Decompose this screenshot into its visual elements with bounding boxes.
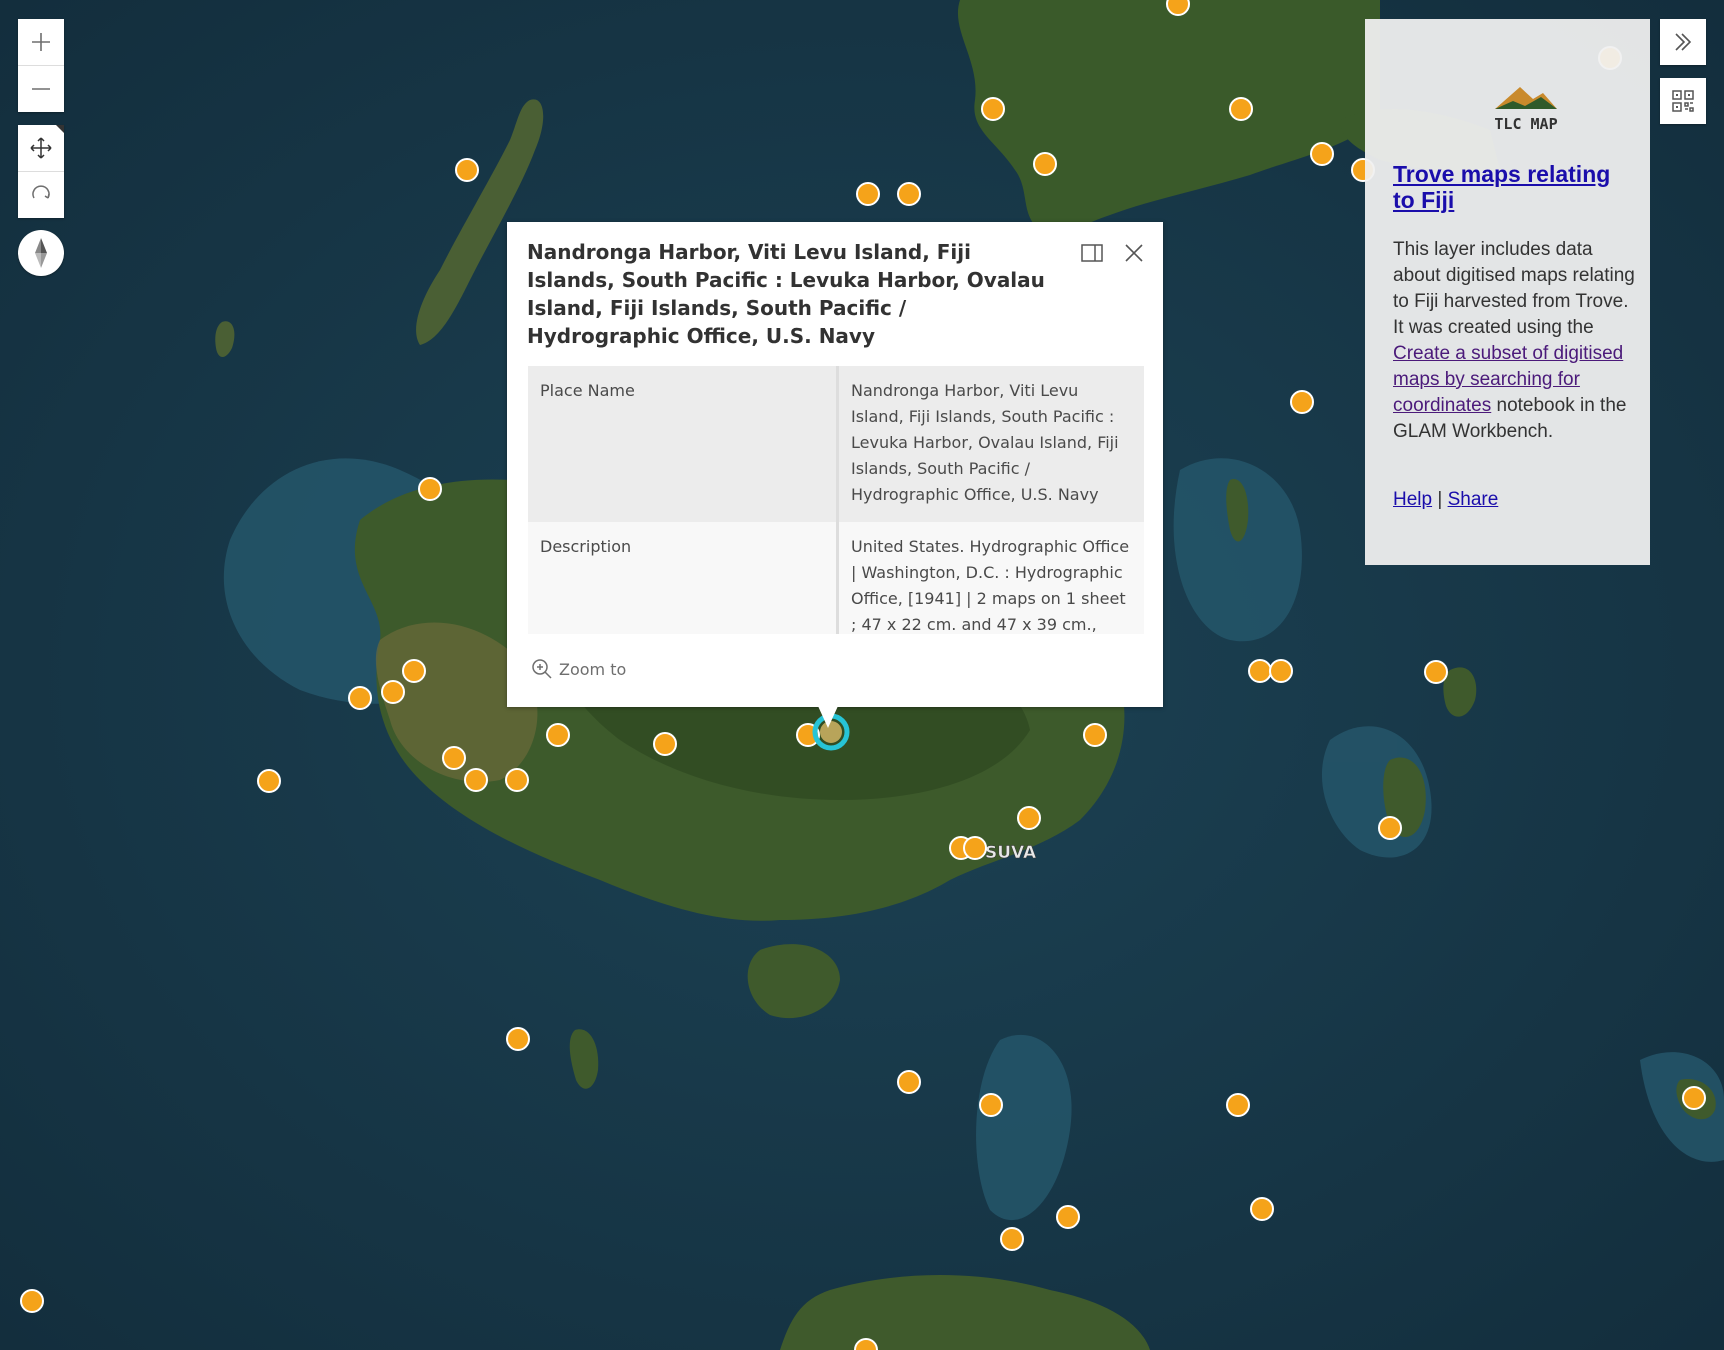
table-row: Description United States. Hydrographic … [528, 522, 1144, 634]
info-links: Help | Share [1393, 489, 1498, 511]
map-marker[interactable] [1229, 97, 1253, 121]
dock-icon [1081, 244, 1103, 262]
map-marker[interactable] [653, 732, 677, 756]
link-separator: | [1432, 489, 1448, 510]
map-marker[interactable] [348, 686, 372, 710]
map-marker[interactable] [1166, 0, 1190, 16]
map-marker[interactable] [1682, 1086, 1706, 1110]
map-marker[interactable] [1000, 1227, 1024, 1251]
map-marker[interactable] [981, 97, 1005, 121]
zoom-to-label: Zoom to [559, 659, 627, 679]
compass-icon [35, 238, 47, 268]
attributes-scroll-area[interactable]: Place Name Nandronga Harbor, Viti Levu I… [528, 366, 1144, 634]
map-marker[interactable] [1290, 390, 1314, 414]
map-marker[interactable] [257, 769, 281, 793]
map-marker[interactable] [963, 836, 987, 860]
collapse-panel-button[interactable] [1660, 19, 1706, 65]
close-icon [1125, 244, 1143, 262]
navigation-controls [18, 125, 64, 218]
table-row: Place Name Nandronga Harbor, Viti Levu I… [528, 366, 1144, 522]
map-marker[interactable] [897, 1070, 921, 1094]
zoom-in-magnifier-icon [532, 659, 552, 679]
map-marker[interactable] [381, 680, 405, 704]
map-marker[interactable] [1378, 816, 1402, 840]
compass-button[interactable] [18, 230, 64, 276]
corner-triangle-icon [56, 125, 64, 133]
feature-popup: Nandronga Harbor, Viti Levu Island, Fiji… [507, 222, 1163, 707]
field-label: Place Name [528, 366, 839, 522]
map-marker[interactable] [1310, 142, 1334, 166]
rotate-button[interactable] [18, 171, 64, 218]
zoom-out-button[interactable] [18, 65, 64, 112]
pan-button[interactable] [18, 125, 64, 171]
field-value: Nandronga Harbor, Viti Levu Island, Fiji… [851, 381, 1119, 504]
place-label-suva: SUVA [985, 843, 1037, 863]
plus-icon [32, 33, 50, 51]
map-marker[interactable] [1424, 660, 1448, 684]
minus-icon [32, 88, 50, 90]
popup-title: Nandronga Harbor, Viti Levu Island, Fiji… [527, 240, 1045, 348]
qr-code-button[interactable] [1660, 78, 1706, 124]
map-marker[interactable] [1226, 1093, 1250, 1117]
map-marker[interactable] [506, 1027, 530, 1051]
double-chevron-right-icon [1675, 33, 1692, 51]
map-marker[interactable] [979, 1093, 1003, 1117]
map-marker[interactable] [1248, 659, 1272, 683]
map-marker[interactable] [1056, 1205, 1080, 1229]
attributes-table: Place Name Nandronga Harbor, Viti Levu I… [528, 366, 1144, 634]
layer-description: This layer includes data about digitised… [1393, 237, 1638, 445]
map-marker[interactable] [1083, 723, 1107, 747]
map-marker[interactable] [1033, 152, 1057, 176]
map-marker[interactable] [505, 768, 529, 792]
share-link[interactable]: Share [1448, 489, 1499, 510]
map-marker[interactable] [418, 477, 442, 501]
map-marker[interactable] [455, 158, 479, 182]
help-link[interactable]: Help [1393, 489, 1432, 510]
map-marker[interactable] [897, 182, 921, 206]
map-marker[interactable] [856, 182, 880, 206]
map-marker[interactable] [402, 659, 426, 683]
close-popup-button[interactable] [1119, 238, 1149, 268]
map-marker[interactable] [1269, 659, 1293, 683]
logo-text: TLC MAP [1494, 115, 1557, 133]
field-label: Description [528, 522, 839, 634]
zoom-in-button[interactable] [18, 19, 64, 65]
layer-info-panel: TLC MAP Trove maps relating to Fiji This… [1365, 19, 1650, 565]
layer-title-link[interactable]: Trove maps relating to Fiji [1393, 161, 1638, 213]
field-value: United States. Hydrographic Office | Was… [851, 537, 1130, 634]
tlc-map-logo: TLC MAP [1494, 87, 1558, 133]
map-marker[interactable] [464, 768, 488, 792]
zoom-controls [18, 19, 64, 112]
rotate-icon [32, 185, 50, 199]
qr-code-icon [1672, 90, 1694, 112]
map-marker[interactable] [1017, 806, 1041, 830]
description-text: This layer includes data about digitised… [1393, 239, 1635, 338]
dock-popup-button[interactable] [1077, 238, 1107, 268]
move-arrows-icon [30, 137, 52, 159]
zoom-to-button[interactable]: Zoom to [531, 658, 626, 680]
map-marker[interactable] [546, 723, 570, 747]
map-marker[interactable] [1250, 1197, 1274, 1221]
popup-pointer [818, 706, 838, 728]
map-marker[interactable] [442, 746, 466, 770]
map-marker[interactable] [20, 1289, 44, 1313]
